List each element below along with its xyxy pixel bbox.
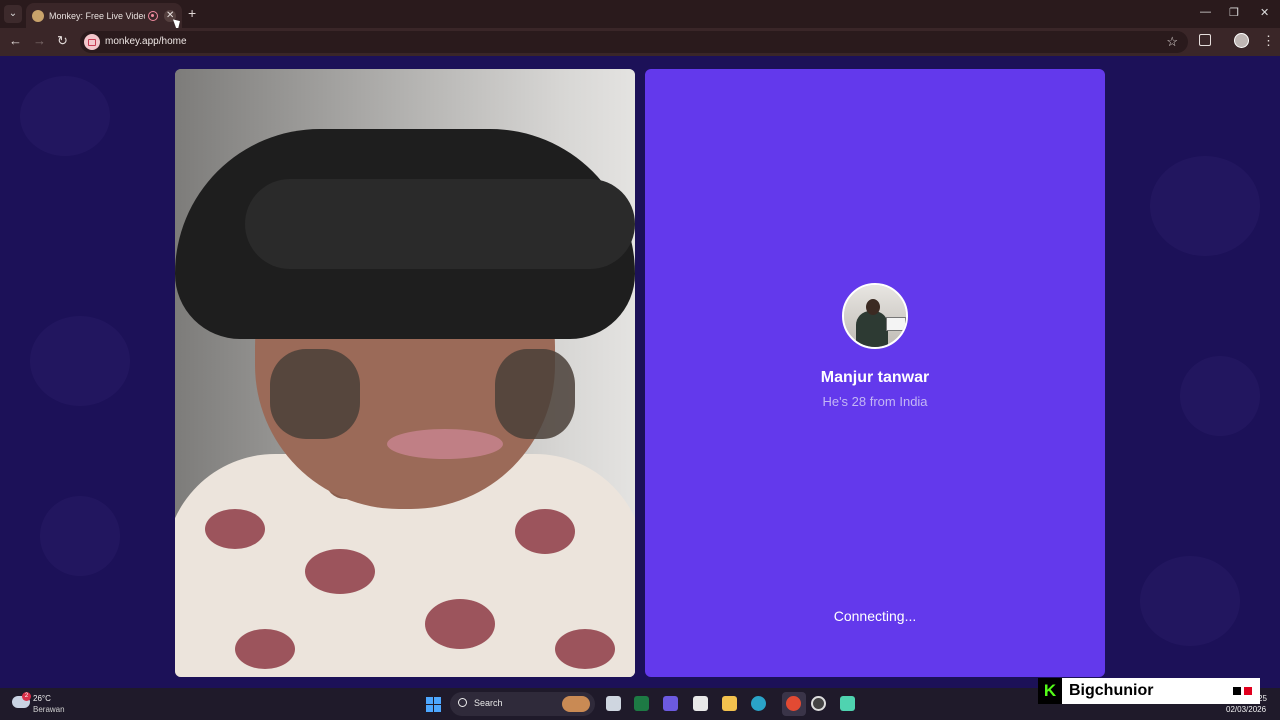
address-bar[interactable]: monkey.app/home ☆ <box>80 31 1188 53</box>
app-icon[interactable] <box>840 696 855 711</box>
browser-toolbar: ← → ↻ monkey.app/home ☆ ⋮ <box>0 28 1280 56</box>
weather-temperature[interactable]: 26°C <box>33 694 51 703</box>
edge-icon[interactable] <box>751 696 766 711</box>
weather-badge: 2 <box>22 692 31 701</box>
streamer-name: Bigchunior <box>1069 682 1154 699</box>
shirt-pattern <box>305 549 375 594</box>
watermark-square-icon <box>1233 687 1241 695</box>
match-panel: Manjur tanwar He's 28 from India Connect… <box>645 69 1105 677</box>
store-icon[interactable] <box>693 696 708 711</box>
url-text[interactable]: monkey.app/home <box>105 36 187 47</box>
video-lips <box>387 429 503 459</box>
video-headband <box>245 179 635 269</box>
recording-indicator-icon <box>148 10 159 21</box>
windows-logo-icon <box>426 705 433 712</box>
background-blob <box>1150 156 1260 256</box>
self-video-feed <box>175 69 635 677</box>
shirt-pattern <box>235 629 295 669</box>
windows-logo-icon <box>434 697 441 704</box>
streamer-watermark: Bigchunior <box>1062 678 1260 704</box>
background-blob <box>1140 556 1240 646</box>
shirt-pattern <box>555 629 615 669</box>
weather-description[interactable]: Berawan <box>33 705 65 714</box>
back-button[interactable]: ← <box>9 34 22 48</box>
tab-search-button[interactable]: ⌄ <box>4 5 22 23</box>
start-button[interactable] <box>426 697 441 712</box>
background-blob <box>1180 356 1260 436</box>
shirt-pattern <box>425 599 495 649</box>
minimize-button[interactable]: — <box>1200 6 1211 18</box>
bookmark-star-icon[interactable]: ☆ <box>1166 34 1178 50</box>
monkey-app-page: Manjur tanwar He's 28 from India Connect… <box>0 56 1280 688</box>
shirt-pattern <box>205 509 265 549</box>
monkey-favicon-icon <box>32 9 44 22</box>
profile-avatar[interactable] <box>1234 33 1249 48</box>
maximize-button[interactable]: ❐ <box>1229 6 1239 19</box>
tab-monkey[interactable]: Monkey: Free Live Video Chat ✕ <box>26 3 182 28</box>
folder-icon[interactable] <box>722 696 737 711</box>
reload-button[interactable]: ↻ <box>57 34 68 48</box>
avatar-monitor <box>886 317 906 331</box>
clock-date[interactable]: 02/03/2026 <box>1226 705 1266 714</box>
search-label: Search <box>474 698 503 708</box>
match-avatar <box>842 283 908 349</box>
watermark-square-icon <box>1244 687 1252 695</box>
taskbar-search[interactable]: Search <box>450 692 595 716</box>
match-subtitle: He's 28 from India <box>822 394 928 409</box>
excel-icon[interactable] <box>634 696 649 711</box>
window-close-button[interactable]: ✕ <box>1260 6 1269 19</box>
avatar-head <box>866 299 880 315</box>
face-mask-patch <box>495 349 575 439</box>
new-tab-button[interactable]: + <box>188 6 196 20</box>
tab-title: Monkey: Free Live Video Chat <box>49 10 145 21</box>
windows-logo-icon <box>434 705 441 712</box>
forward-button[interactable]: → <box>33 34 46 48</box>
copilot-icon[interactable] <box>663 696 678 711</box>
background-blob <box>40 496 120 576</box>
face-mask-patch <box>270 349 360 439</box>
chrome-icon[interactable] <box>786 696 801 711</box>
task-view-icon[interactable] <box>606 696 621 711</box>
match-name: Manjur tanwar <box>820 369 930 386</box>
search-highlight-icon <box>562 696 590 712</box>
site-info-icon[interactable] <box>84 34 100 50</box>
background-blob <box>30 316 130 406</box>
search-icon <box>458 698 467 707</box>
kick-logo-icon: K <box>1038 678 1062 704</box>
obs-icon[interactable] <box>811 696 826 711</box>
windows-logo-icon <box>426 697 433 704</box>
connection-status: Connecting... <box>833 608 917 624</box>
browser-menu-button[interactable]: ⋮ <box>1262 33 1275 49</box>
shirt-pattern <box>515 509 575 554</box>
background-blob <box>20 76 110 156</box>
extensions-icon[interactable] <box>1199 34 1211 46</box>
browser-titlebar: ⌄ Monkey: Free Live Video Chat ✕ + — ❐ ✕ <box>0 0 1280 32</box>
avatar-body <box>856 311 888 347</box>
